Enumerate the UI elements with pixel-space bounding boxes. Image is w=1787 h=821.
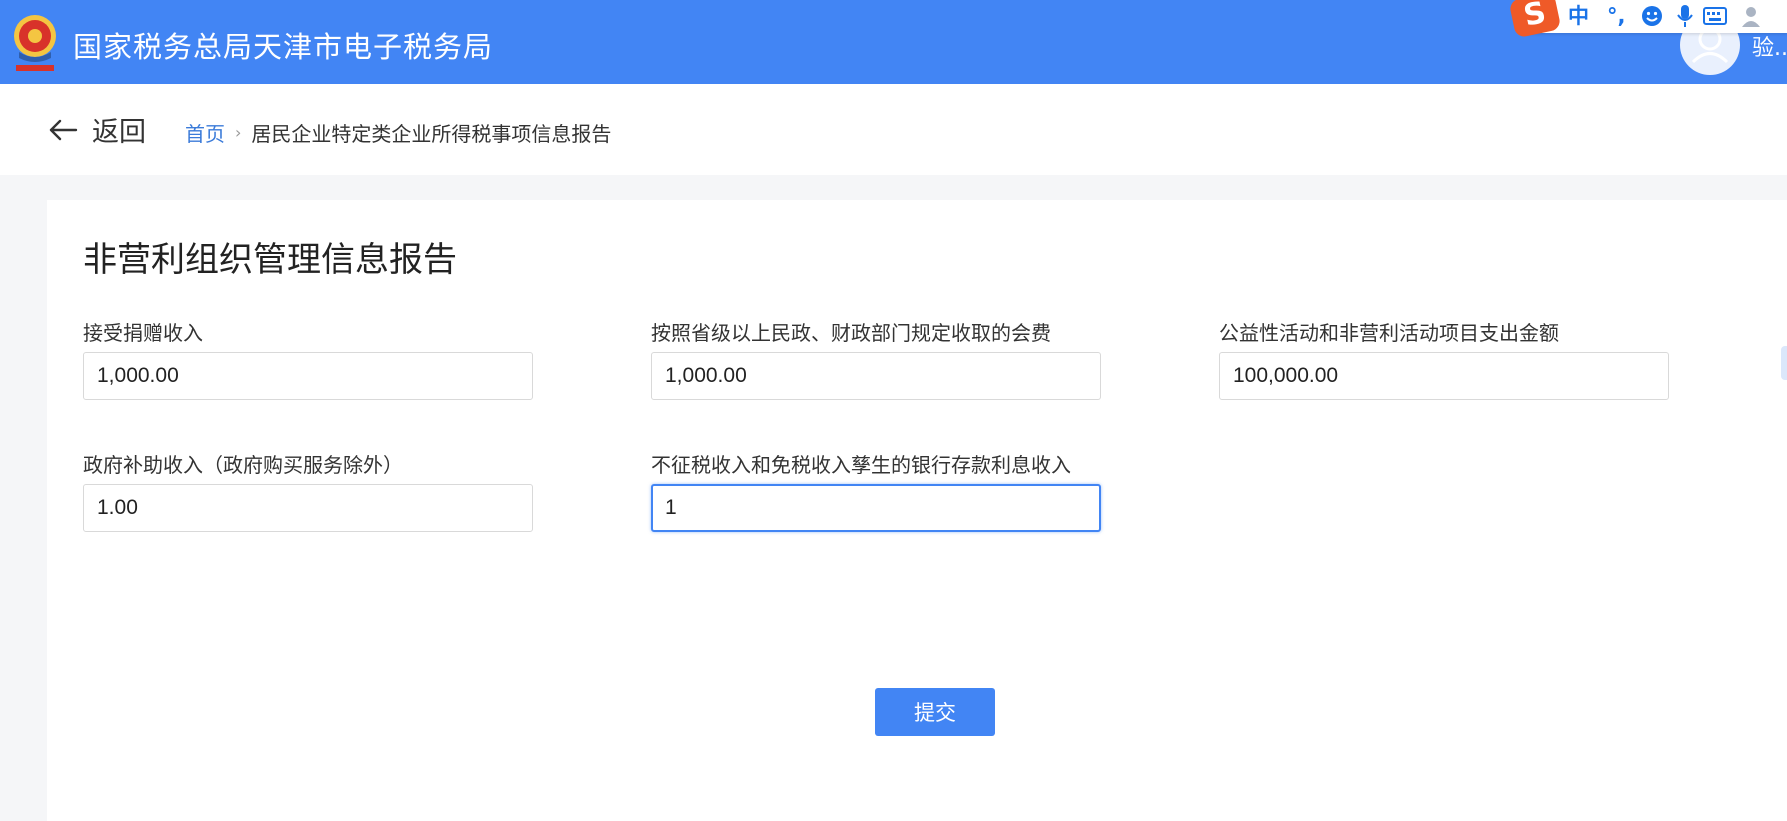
breadcrumb-separator: › [235, 123, 242, 142]
arrow-left-icon [49, 119, 78, 140]
microphone-icon[interactable] [1675, 3, 1695, 29]
ime-toolbar: S 中 °, [1508, 0, 1787, 39]
membership-fees-input[interactable] [651, 352, 1101, 400]
user-icon[interactable] [1740, 3, 1762, 29]
tax-bureau-emblem-icon [14, 15, 56, 71]
submit-button[interactable]: 提交 [875, 688, 995, 736]
field-label-public-welfare-expenses: 公益性活动和非营利活动项目支出金额 [1219, 321, 1559, 345]
public-welfare-expenses-input[interactable] [1219, 352, 1669, 400]
site-title: 国家税务总局天津市电子税务局 [73, 30, 494, 64]
bank-interest-income-input[interactable] [651, 484, 1101, 532]
back-label: 返回 [92, 117, 146, 148]
ime-lang-toggle[interactable]: 中 [1568, 3, 1589, 29]
emoji-icon[interactable] [1640, 3, 1664, 29]
side-drawer-tab[interactable] [1781, 346, 1787, 380]
username[interactable]: 验... [1752, 30, 1787, 62]
field-label-government-subsidy: 政府补助收入（政府购买服务除外） [83, 453, 403, 477]
ime-punct-toggle[interactable]: °, [1607, 3, 1625, 29]
back-button[interactable]: 返回 [48, 110, 146, 149]
donation-income-input[interactable] [83, 352, 533, 400]
government-subsidy-input[interactable] [83, 484, 533, 532]
breadcrumb-home-link[interactable]: 首页 [185, 118, 225, 147]
breadcrumb-current: 居民企业特定类企业所得税事项信息报告 [251, 122, 612, 146]
field-label-donation-income: 接受捐赠收入 [83, 321, 203, 345]
form-title: 非营利组织管理信息报告 [83, 240, 457, 280]
field-label-membership-fees: 按照省级以上民政、财政部门规定收取的会费 [651, 321, 1051, 345]
breadcrumb: 首页 › 居民企业特定类企业所得税事项信息报告 [185, 118, 611, 147]
field-label-bank-interest-income: 不征税收入和免税收入孳生的银行存款利息收入 [651, 453, 1071, 477]
keyboard-icon[interactable] [1703, 3, 1727, 29]
sogou-logo-icon[interactable]: S [1508, 0, 1562, 39]
